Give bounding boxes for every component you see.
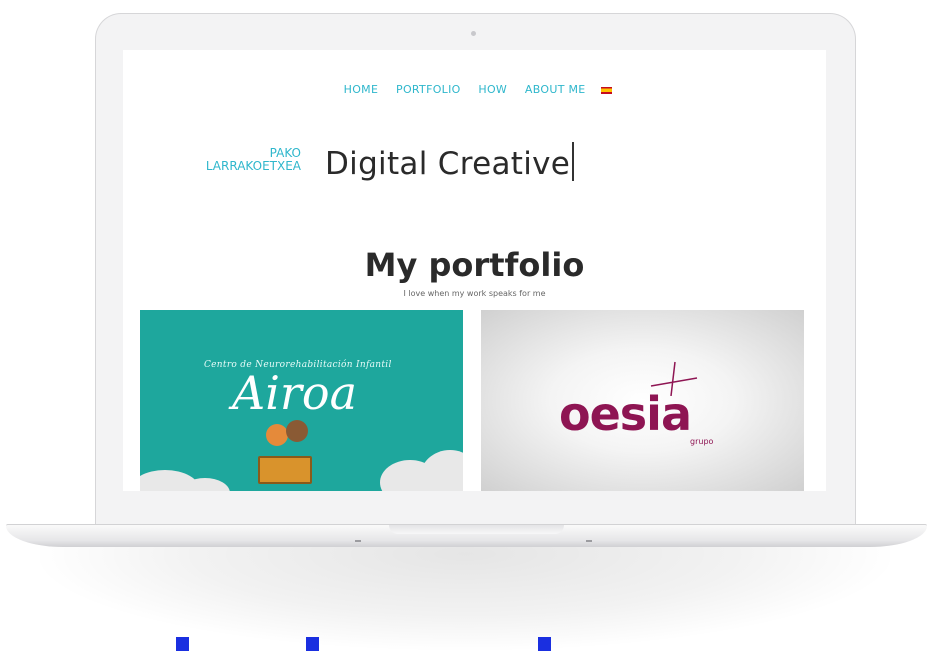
es-flag-icon[interactable] bbox=[601, 86, 613, 94]
hero-headline-text: Digital Creative bbox=[325, 146, 571, 182]
camera-dot bbox=[471, 31, 476, 36]
main-nav: HOME PORTFOLIO HOW ABOUT ME bbox=[123, 83, 826, 96]
laptop-shadow bbox=[40, 530, 890, 650]
nav-portfolio[interactable]: PORTFOLIO bbox=[396, 83, 461, 96]
kid-illustration-left bbox=[266, 424, 288, 446]
nav-how[interactable]: HOW bbox=[478, 83, 507, 96]
hero-headline: Digital Creative bbox=[325, 142, 574, 182]
site-logo[interactable]: PAKO LARRAKOETXEA bbox=[173, 147, 301, 173]
airoa-logo-text: Airoa bbox=[232, 366, 358, 420]
website-screen: HOME PORTFOLIO HOW ABOUT ME PAKO LARRAKO… bbox=[123, 50, 826, 491]
kid-illustration-right bbox=[286, 420, 308, 442]
text-cursor-icon bbox=[572, 142, 574, 181]
laptop-notch bbox=[389, 525, 564, 534]
blue-marker bbox=[306, 637, 319, 651]
portfolio-title: My portfolio bbox=[364, 246, 585, 284]
nav-home[interactable]: HOME bbox=[344, 83, 379, 96]
laptop-foot bbox=[586, 540, 592, 542]
laptop-foot bbox=[355, 540, 361, 542]
logo-line-2: LARRAKOETXEA bbox=[205, 159, 301, 173]
blue-marker bbox=[176, 637, 189, 651]
blue-marker bbox=[538, 637, 551, 651]
portfolio-subtitle: I love when my work speaks for me bbox=[403, 289, 546, 298]
oesia-logo-subtext: grupo bbox=[690, 437, 714, 446]
portfolio-card-airoa[interactable]: Centro de Neurorehabilitación Infantil A… bbox=[140, 310, 463, 491]
balloon-basket-illustration bbox=[258, 456, 312, 484]
portfolio-card-oesia[interactable]: oesia grupo bbox=[481, 310, 804, 491]
oesia-logo-text: oesia bbox=[559, 387, 692, 441]
nav-about-me[interactable]: ABOUT ME bbox=[525, 83, 586, 96]
cloud-shape bbox=[420, 450, 463, 491]
